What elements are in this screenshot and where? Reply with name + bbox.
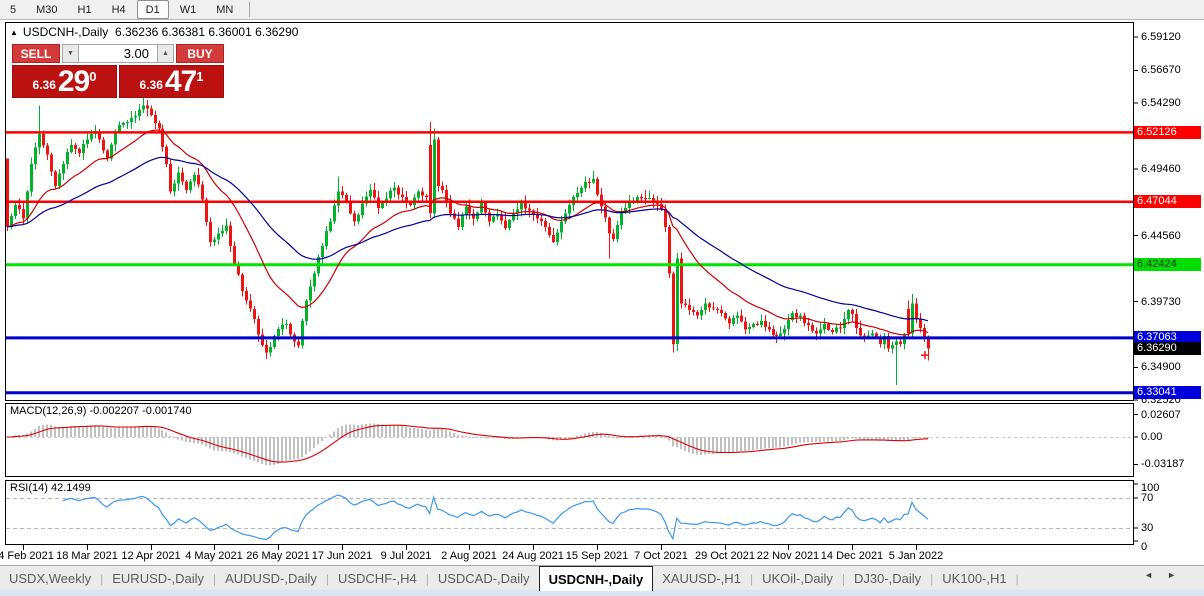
volume-input[interactable] [79,44,157,63]
sell-price-pipette: 0 [89,69,97,84]
buy-button[interactable]: BUY [176,44,224,63]
tab-uk100-h1[interactable]: UK100-,H1 [933,567,1015,591]
collapse-triangle-icon[interactable]: ▲ [10,28,18,37]
tab-scroll-left-icon[interactable]: ◄ [1144,570,1167,580]
rsi-tick-label: 30 [1141,522,1154,534]
date-label: 14 Dec 2021 [820,550,884,562]
price-level-label-6.47044: 6.47044 [1134,195,1201,208]
volume-increase-button[interactable]: ▲ [157,44,174,63]
price-level-label-6.42424: 6.42424 [1134,258,1201,271]
tab-eurusd-daily[interactable]: EURUSD-,Daily [103,567,213,591]
price-tick-label: 6.34900 [1141,361,1181,373]
price-tick-label: 6.59120 [1141,31,1181,43]
chart-symbol-period: USDCNH-,Daily [22,25,109,39]
date-label: 26 May 2021 [246,550,310,562]
price-tick-label: 6.39730 [1141,296,1181,308]
rsi-tick-label: 70 [1141,492,1154,504]
price-tick-label: 6.44560 [1141,230,1181,242]
tab-usdchf-h4[interactable]: USDCHF-,H4 [329,567,426,591]
price-tick-label: 6.56670 [1141,64,1181,76]
tab-dj30-daily[interactable]: DJ30-,Daily [845,567,930,591]
sell-price-pips: 29 [57,64,90,98]
macd-tick-label: 0.02607 [1141,409,1181,421]
tab-xauusd-h1[interactable]: XAUUSD-,H1 [653,567,750,591]
price-tick-label: 6.54290 [1141,97,1181,109]
price-level-label-6.52126: 6.52126 [1134,126,1201,139]
volume-decrease-button[interactable]: ▼ [62,44,79,63]
trading-terminal: 5 M30 H1 H4 D1 W1 MN ▲ USDCNH-,Daily 6.36236 6.… [0,0,1204,596]
tab-scroll-right-icon[interactable]: ► [1167,570,1190,580]
price-level-label-6.33041: 6.33041 [1134,386,1201,399]
tab-usdx-weekly[interactable]: USDX,Weekly [0,567,100,591]
date-label: 15 Sep 2021 [565,550,629,562]
rsi-pane[interactable] [5,480,1134,545]
date-label: 4 May 2021 [185,550,243,562]
date-label: 7 Oct 2021 [634,550,688,562]
chart-title: ▲ USDCNH-,Daily 6.36236 6.36381 6.36001 6… [10,25,298,39]
macd-indicator-label: MACD(12,26,9) -0.002207 -0.001740 [10,405,192,417]
buy-price-pipette: 1 [196,69,204,84]
buy-price-pips: 47 [164,64,197,98]
date-label: 5 Jan 2022 [888,550,944,562]
tab-ukoil-daily[interactable]: UKOil-,Daily [753,567,842,591]
date-label: 2 Aug 2021 [441,550,497,562]
date-label: 24 Aug 2021 [502,550,564,562]
date-label: 17 Jun 2021 [311,550,373,562]
one-click-trade-widget: SELL ▼ ▲ BUY 6.36 29 0 6.36 47 1 [12,44,224,98]
tab-scroll-arrows: ◄► [1144,570,1190,580]
macd-tick-label: -0.03187 [1141,458,1185,470]
buy-price-prefix: 6.36 [139,78,163,92]
price-level-label-6.36290: 6.36290 [1134,342,1201,355]
tab-usdcnh-daily[interactable]: USDCNH-,Daily [538,566,654,591]
date-label: 22 Nov 2021 [756,550,820,562]
date-label: 29 Oct 2021 [695,550,755,562]
symbol-tab-bar: USDX,Weekly | EURUSD-,Daily | AUDUSD-,Daily |… [0,565,1204,591]
tab-separator: | [1015,571,1019,586]
rsi-indicator-label: RSI(14) 42.1499 [10,482,91,494]
price-tick-label: 6.49460 [1141,163,1181,175]
date-label: 24 Feb 2021 [0,550,54,562]
volume-stepper: ▼ ▲ [62,44,174,63]
tab-audusd-daily[interactable]: AUDUSD-,Daily [216,567,326,591]
date-label: 18 Mar 2021 [56,550,118,562]
buy-price-panel[interactable]: 6.36 47 1 [119,65,224,98]
tab-usdcad-daily[interactable]: USDCAD-,Daily [429,567,539,591]
sell-price-panel[interactable]: 6.36 29 0 [12,65,117,98]
sell-price-prefix: 6.36 [32,78,56,92]
date-label: 9 Jul 2021 [380,550,432,562]
date-label: 12 Apr 2021 [121,550,181,562]
chart-ohlc-values: 6.36236 6.36381 6.36001 6.36290 [114,25,299,39]
macd-tick-label: 0.00 [1141,431,1163,443]
rsi-tick-label: 0 [1141,541,1148,553]
sell-button[interactable]: SELL [12,44,60,63]
